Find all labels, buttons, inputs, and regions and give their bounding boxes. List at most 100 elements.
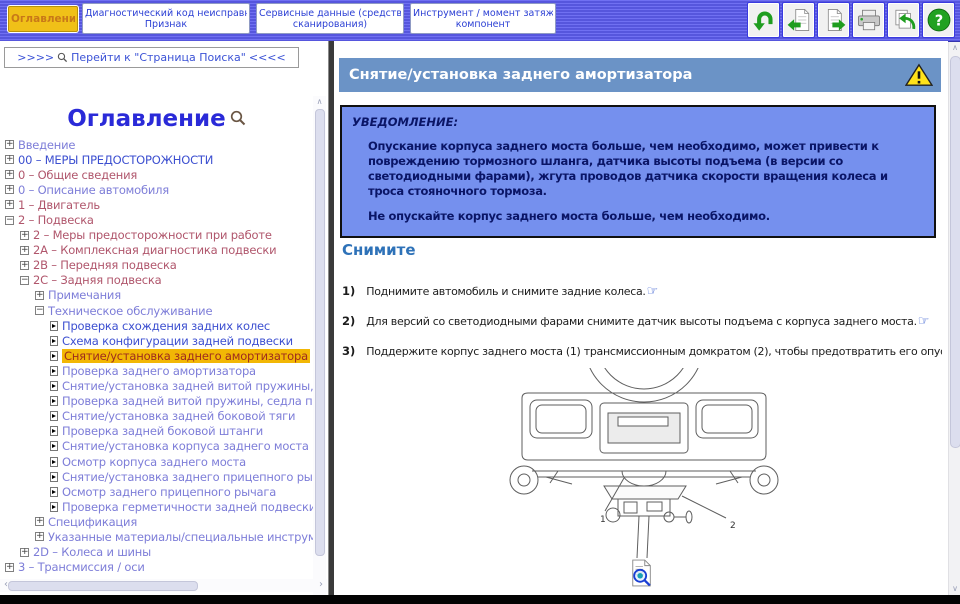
toc-item[interactable]: Снятие/установка заднего прицепного рыча… xyxy=(0,469,313,484)
toc-item-label[interactable]: Спецификация xyxy=(48,515,137,529)
warning-icon[interactable] xyxy=(905,63,933,87)
toc-item-label[interactable]: 2 – Подвеска xyxy=(18,213,94,227)
help-button[interactable]: ? xyxy=(922,2,955,38)
sidebar-vertical-scrollbar[interactable]: ∧ ∨ xyxy=(313,96,326,595)
toc-item[interactable]: −2 – Подвеска xyxy=(0,212,313,227)
toc-item-label[interactable]: 2A – Комплексная диагностика подвески xyxy=(33,243,277,257)
scroll-up-icon[interactable]: ∧ xyxy=(313,96,326,108)
toc-item-label[interactable]: Снятие/установка задней витой пружины, с… xyxy=(62,379,313,393)
toc-item[interactable]: Осмотр заднего прицепного рычага xyxy=(0,484,313,499)
toc-item[interactable]: +2A – Комплексная диагностика подвески xyxy=(0,243,313,258)
toc-item-label[interactable]: Схема конфигурации задней подвески xyxy=(62,334,293,348)
toc-item-label[interactable]: 0 – Общие сведения xyxy=(18,168,137,182)
sidebar-horizontal-scrollbar[interactable]: ‹ › xyxy=(0,579,327,592)
toc-item[interactable]: + Примечания xyxy=(0,288,313,303)
scroll-right-icon[interactable]: › xyxy=(315,579,327,592)
toc-item[interactable]: +2 – Меры предосторожности при работе xyxy=(0,228,313,243)
toc-item-label[interactable]: Осмотр заднего прицепного рычага xyxy=(62,485,276,499)
toc-item[interactable]: Проверка схождения задних колес xyxy=(0,318,313,333)
expand-icon[interactable]: + xyxy=(5,155,14,165)
toc-item-label[interactable]: Проверка схождения задних колес xyxy=(62,319,270,333)
prev-page-button[interactable] xyxy=(782,2,815,38)
toc-item[interactable]: Снятие/установка заднего амортизатора xyxy=(0,348,313,363)
search-icon[interactable] xyxy=(230,110,246,126)
back-button[interactable] xyxy=(747,2,780,38)
toc-item-label[interactable]: Проверка герметичности задней подвески xyxy=(62,500,313,514)
expand-icon[interactable]: + xyxy=(20,547,29,557)
toc-item[interactable]: −2C – Задняя подвеска xyxy=(0,273,313,288)
toc-item-label[interactable]: Снятие/установка заднего амортизатора xyxy=(62,348,310,363)
toc-item[interactable]: Снятие/установка задней боковой тяги xyxy=(0,409,313,424)
tab-1[interactable]: Диагностический код неисправности /Призн… xyxy=(82,3,250,34)
toc-item[interactable]: Проверка заднего амортизатора xyxy=(0,363,313,378)
toc-item[interactable]: + Введение xyxy=(0,137,313,152)
next-page-button[interactable] xyxy=(817,2,850,38)
toc-item-label[interactable]: 0 – Описание автомобиля xyxy=(18,183,169,197)
expand-icon[interactable]: + xyxy=(20,260,29,270)
scrollbar-thumb[interactable] xyxy=(315,109,325,556)
toc-item[interactable]: +3 – Трансмиссия / оси xyxy=(0,560,313,575)
expand-icon[interactable]: + xyxy=(35,517,44,527)
toc-item-label[interactable]: 1 – Двигатель xyxy=(18,198,100,212)
toc-item[interactable]: Проверка задней витой пружины, седла пру… xyxy=(0,394,313,409)
toc-item-label[interactable]: 2D – Колеса и шины xyxy=(33,545,151,559)
expand-icon[interactable]: + xyxy=(5,170,14,180)
toc-item[interactable]: Осмотр корпуса заднего моста xyxy=(0,454,313,469)
toc-item-label[interactable]: 2C – Задняя подвеска xyxy=(33,273,162,287)
toc-item-label[interactable]: 3 – Трансмиссия / оси xyxy=(18,560,145,574)
toc-item[interactable]: Снятие/установка корпуса заднего моста xyxy=(0,439,313,454)
toc-item-label[interactable]: Осмотр корпуса заднего моста xyxy=(62,455,246,469)
toc-item-label[interactable]: Указанные материалы/специальные инструме… xyxy=(48,530,313,544)
expand-icon[interactable]: + xyxy=(5,185,14,195)
search-page-link[interactable]: >>>> Перейти к "Страница Поиска" <<<< xyxy=(4,47,299,68)
toc-item[interactable]: Проверка герметичности задней подвески xyxy=(0,499,313,514)
toc-item-label[interactable]: Введение xyxy=(18,138,75,152)
toc-item[interactable]: +0 – Описание автомобиля xyxy=(0,182,313,197)
scroll-down-icon[interactable]: ∨ xyxy=(949,583,960,595)
expand-icon[interactable]: + xyxy=(5,200,14,210)
scrollbar-thumb[interactable] xyxy=(950,56,960,448)
expand-icon[interactable]: + xyxy=(5,562,14,572)
toc-item[interactable]: + Спецификация xyxy=(0,514,313,529)
collapse-icon[interactable]: − xyxy=(20,275,29,285)
expand-icon[interactable]: + xyxy=(20,245,29,255)
expand-icon[interactable]: + xyxy=(35,532,44,542)
scrollbar-thumb[interactable] xyxy=(8,581,198,591)
toc-item[interactable]: − Техническое обслуживание xyxy=(0,303,313,318)
tab-2[interactable]: Сервисные данные (средство сканирования) xyxy=(256,3,404,34)
toc-item[interactable]: +2D – Колеса и шины xyxy=(0,545,313,560)
toc-item-label[interactable]: Примечания xyxy=(48,288,121,302)
toc-item-label[interactable]: Снятие/установка корпуса заднего моста xyxy=(62,439,309,453)
scroll-up-icon[interactable]: ∧ xyxy=(949,42,960,54)
main-vertical-scrollbar[interactable]: ∧ ∨ xyxy=(948,42,960,595)
collapse-icon[interactable]: − xyxy=(35,306,44,316)
toc-item-label[interactable]: Проверка задней боковой штанги xyxy=(62,424,263,438)
tab-3[interactable]: Инструмент / момент затяжки /компонент xyxy=(410,3,556,34)
collapse-icon[interactable]: − xyxy=(5,215,14,225)
jump-link-icon[interactable]: ☞ xyxy=(647,284,659,299)
jump-link-icon[interactable]: ☞ xyxy=(918,314,930,329)
toc-item-label[interactable]: 2 – Меры предосторожности при работе xyxy=(33,228,272,242)
toc-item-label[interactable]: Снятие/установка задней боковой тяги xyxy=(62,409,295,423)
toc-item[interactable]: +0 – Общие сведения xyxy=(0,167,313,182)
zoom-document-icon[interactable] xyxy=(630,559,654,587)
toc-item-label[interactable]: Проверка заднего амортизатора xyxy=(62,364,256,378)
expand-icon[interactable]: + xyxy=(35,290,44,300)
toc-item[interactable]: +2B – Передняя подвеска xyxy=(0,258,313,273)
toc-item-label[interactable]: 00 – МЕРЫ ПРЕДОСТОРОЖНОСТИ xyxy=(18,153,213,167)
toc-item[interactable]: + Указанные материалы/специальные инструм… xyxy=(0,529,313,544)
toc-item[interactable]: Снятие/установка задней витой пружины, с… xyxy=(0,379,313,394)
toc-item[interactable]: Проверка задней боковой штанги xyxy=(0,424,313,439)
toc-item-label[interactable]: Снятие/установка заднего прицепного рыча… xyxy=(62,470,313,484)
toc-item-label[interactable]: Техническое обслуживание xyxy=(48,304,213,318)
expand-icon[interactable]: + xyxy=(5,140,14,150)
toc-item-label[interactable]: Проверка задней витой пружины, седла пру… xyxy=(62,394,313,408)
expand-icon[interactable]: + xyxy=(20,230,29,240)
tab-contents[interactable]: Оглавление xyxy=(8,6,78,32)
toc-item[interactable]: +1 – Двигатель xyxy=(0,197,313,212)
toc-item[interactable]: Схема конфигурации задней подвески xyxy=(0,333,313,348)
toc-item-label[interactable]: 2B – Передняя подвеска xyxy=(33,258,177,272)
toc-item[interactable]: +00 – МЕРЫ ПРЕДОСТОРОЖНОСТИ xyxy=(0,152,313,167)
print-button[interactable] xyxy=(852,2,885,38)
copy-pages-button[interactable] xyxy=(887,2,920,38)
